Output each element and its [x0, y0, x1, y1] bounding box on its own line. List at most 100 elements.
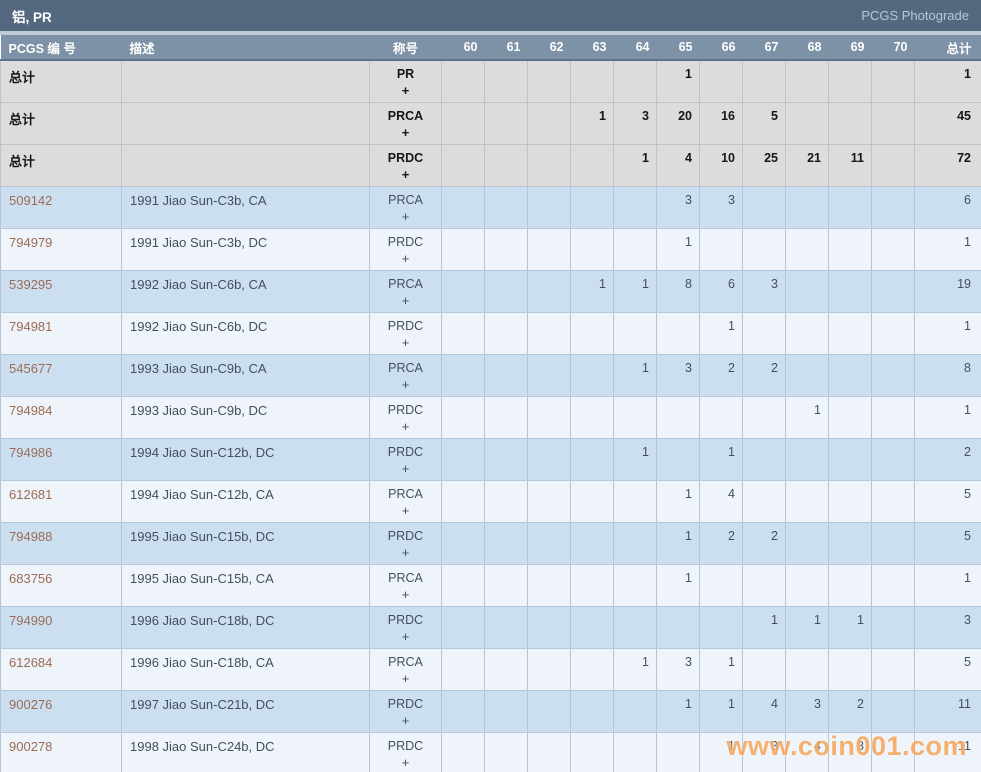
row-total-count: 72: [914, 143, 981, 187]
header-grade-62: 62: [527, 35, 571, 61]
grade-63-count: [570, 605, 614, 649]
designation-cell: PRCA +: [369, 563, 442, 607]
header-grade-70: 70: [871, 35, 915, 61]
grade-63-count: [570, 143, 614, 187]
designation-plus: +: [401, 628, 410, 644]
designation-label: PRDC: [387, 528, 424, 543]
coin-description: 1996 Jiao Sun-C18b, DC: [121, 605, 370, 649]
designation-label: PRCA: [388, 570, 423, 585]
grade-64-count: 1: [613, 437, 657, 481]
designation-plus: +: [401, 124, 410, 140]
grade-67-count: 1: [742, 605, 786, 649]
grade-68-count: [785, 269, 829, 313]
coin-description: 1995 Jiao Sun-C15b, DC: [121, 521, 370, 565]
grade-62-count: [527, 395, 571, 439]
pcgs-number-link[interactable]: 794988: [9, 529, 52, 544]
grade-67-count: 25: [742, 143, 786, 187]
grade-70-count: [871, 563, 915, 607]
grade-60-count: [441, 59, 485, 103]
designation-cell: PRCA +: [369, 101, 442, 145]
grade-70-count: [871, 185, 915, 229]
pcgs-number-link[interactable]: 612681: [9, 487, 52, 502]
pcgs-number-cell: 612684: [0, 647, 122, 691]
grade-70-count: [871, 521, 915, 565]
grade-68-count: [785, 353, 829, 397]
pcgs-number-link[interactable]: 683756: [9, 571, 52, 586]
table-row: 612684 1996 Jiao Sun-C18b, CA PRCA +1 3 1 5: [0, 647, 981, 691]
pcgs-number-link[interactable]: 794981: [9, 319, 52, 334]
row-total-count: 1: [914, 563, 981, 607]
table-row: 794988 1995 Jiao Sun-C15b, DC PRDC +1 2 2 5: [0, 521, 981, 565]
coin-description: 1994 Jiao Sun-C12b, CA: [121, 479, 370, 523]
grade-60-count: [441, 647, 485, 691]
grade-64-count: [613, 731, 657, 772]
total-row: 总计 PRDC +1 4 10 25 21 11 72: [0, 143, 981, 187]
designation-plus: +: [401, 334, 410, 350]
pcgs-number-link[interactable]: 794990: [9, 613, 52, 628]
pcgs-number-link[interactable]: 900276: [9, 697, 52, 712]
row-total-count: 5: [914, 647, 981, 691]
grade-62-count: [527, 269, 571, 313]
grade-60-count: [441, 479, 485, 523]
grade-68-count: [785, 437, 829, 481]
pcgs-number-link[interactable]: 539295: [9, 277, 52, 292]
grade-67-count: 3: [742, 731, 786, 772]
population-table: PCGS 编 号 描述 称号 60 61 62 63 64 65 66 67 6…: [0, 35, 981, 772]
table-body: 总计 PR +1 1 总计 PRCA +1 3 20 16 5 45 总计 PRDC +1 4 10 25 21 11…: [0, 59, 981, 772]
row-total-count: 19: [914, 269, 981, 313]
table-row: 794990 1996 Jiao Sun-C18b, DC PRDC +1 1 1 3: [0, 605, 981, 649]
grade-67-count: [742, 59, 786, 103]
grade-68-count: 1: [785, 605, 829, 649]
grade-61-count: [484, 521, 528, 565]
designation-plus: +: [401, 460, 410, 476]
grade-70-count: [871, 731, 915, 772]
grade-68-count: [785, 185, 829, 229]
designation-cell: PRDC +: [369, 227, 442, 271]
pcgs-number-link[interactable]: 794979: [9, 235, 52, 250]
pcgs-number-link[interactable]: 794986: [9, 445, 52, 460]
pcgs-number-link[interactable]: 612684: [9, 655, 52, 670]
coin-description: 1998 Jiao Sun-C24b, DC: [121, 731, 370, 772]
grade-69-count: [828, 563, 872, 607]
pcgs-number-link[interactable]: 900278: [9, 739, 52, 754]
grade-65-count: 8: [656, 269, 700, 313]
grade-62-count: [527, 101, 571, 145]
grade-66-count: 2: [699, 521, 743, 565]
pcgs-number-link[interactable]: 794984: [9, 403, 52, 418]
grade-64-count: 1: [613, 647, 657, 691]
pcgs-number-cell: 总计: [0, 101, 122, 145]
coin-description: [121, 143, 370, 187]
designation-cell: PRCA +: [369, 647, 442, 691]
pcgs-number-link[interactable]: 509142: [9, 193, 52, 208]
grade-60-count: [441, 143, 485, 187]
pcgs-photograde-link[interactable]: PCGS Photograde: [861, 8, 969, 23]
grade-64-count: [613, 395, 657, 439]
row-total-count: 11: [914, 689, 981, 733]
grade-62-count: [527, 479, 571, 523]
grade-60-count: [441, 185, 485, 229]
pcgs-number-link[interactable]: 545677: [9, 361, 52, 376]
grade-66-count: 3: [699, 185, 743, 229]
grade-65-count: 20: [656, 101, 700, 145]
grade-61-count: [484, 269, 528, 313]
grade-70-count: [871, 311, 915, 355]
grade-63-count: [570, 59, 614, 103]
grade-65-count: 1: [656, 563, 700, 607]
grade-63-count: [570, 521, 614, 565]
table-row: 509142 1991 Jiao Sun-C3b, CA PRCA +3 3 6: [0, 185, 981, 229]
designation-plus: +: [401, 586, 410, 602]
total-label: 总计: [9, 70, 36, 85]
grade-60-count: [441, 689, 485, 733]
grade-70-count: [871, 479, 915, 523]
pcgs-number-cell: 683756: [0, 563, 122, 607]
grade-63-count: [570, 311, 614, 355]
grade-67-count: [742, 479, 786, 523]
grade-70-count: [871, 353, 915, 397]
grade-65-count: 3: [656, 647, 700, 691]
grade-64-count: 3: [613, 101, 657, 145]
row-total-count: 1: [914, 227, 981, 271]
total-label: 总计: [9, 153, 36, 169]
grade-64-count: [613, 563, 657, 607]
grade-61-count: [484, 647, 528, 691]
coin-description: 1992 Jiao Sun-C6b, DC: [121, 311, 370, 355]
